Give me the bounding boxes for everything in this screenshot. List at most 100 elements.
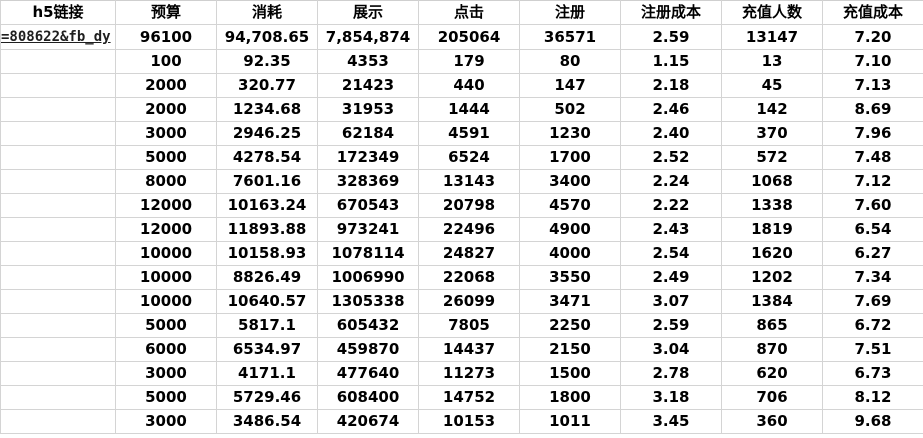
cell-payer-cost[interactable]: 7.13 bbox=[822, 73, 923, 98]
cell-impressions[interactable]: 608400 bbox=[317, 385, 419, 410]
cell-payers[interactable]: 706 bbox=[721, 385, 823, 410]
cell-budget[interactable]: 3000 bbox=[115, 121, 217, 146]
cell-registration-cost[interactable]: 2.22 bbox=[620, 193, 722, 218]
cell-clicks[interactable]: 20798 bbox=[418, 193, 520, 218]
cell-payers[interactable]: 572 bbox=[721, 145, 823, 170]
cell-registration-cost[interactable]: 2.43 bbox=[620, 217, 722, 242]
cell-payers[interactable]: 1338 bbox=[721, 193, 823, 218]
cell-registrations[interactable]: 4570 bbox=[519, 193, 621, 218]
cell-budget[interactable]: 100 bbox=[115, 49, 217, 74]
cell-budget[interactable]: 5000 bbox=[115, 313, 217, 338]
header-cell-registrations[interactable]: 注册 bbox=[519, 0, 621, 25]
cell-clicks[interactable]: 4591 bbox=[418, 121, 520, 146]
cell-impressions[interactable]: 459870 bbox=[317, 337, 419, 362]
cell-impressions[interactable]: 670543 bbox=[317, 193, 419, 218]
cell-spend[interactable]: 4171.1 bbox=[216, 361, 318, 386]
cell-budget[interactable]: 5000 bbox=[115, 385, 217, 410]
header-cell-payers[interactable]: 充值人数 bbox=[721, 0, 823, 25]
cell-payers[interactable]: 1068 bbox=[721, 169, 823, 194]
cell-registrations[interactable]: 80 bbox=[519, 49, 621, 74]
cell-clicks[interactable]: 14437 bbox=[418, 337, 520, 362]
cell-registration-cost[interactable]: 1.15 bbox=[620, 49, 722, 74]
cell-budget[interactable]: 96100 bbox=[115, 24, 217, 50]
cell-payers[interactable]: 142 bbox=[721, 97, 823, 122]
cell-budget[interactable]: 2000 bbox=[115, 73, 217, 98]
cell-h5-link[interactable] bbox=[0, 49, 116, 74]
cell-h5-link[interactable] bbox=[0, 145, 116, 170]
cell-impressions[interactable]: 172349 bbox=[317, 145, 419, 170]
cell-spend[interactable]: 10640.57 bbox=[216, 289, 318, 314]
cell-clicks[interactable]: 6524 bbox=[418, 145, 520, 170]
cell-budget[interactable]: 12000 bbox=[115, 217, 217, 242]
cell-clicks[interactable]: 11273 bbox=[418, 361, 520, 386]
cell-h5-link[interactable] bbox=[0, 313, 116, 338]
cell-payer-cost[interactable]: 7.34 bbox=[822, 265, 923, 290]
cell-payer-cost[interactable]: 7.96 bbox=[822, 121, 923, 146]
cell-budget[interactable]: 5000 bbox=[115, 145, 217, 170]
cell-clicks[interactable]: 26099 bbox=[418, 289, 520, 314]
cell-impressions[interactable]: 420674 bbox=[317, 409, 419, 434]
cell-registration-cost[interactable]: 2.59 bbox=[620, 24, 722, 50]
cell-payer-cost[interactable]: 7.51 bbox=[822, 337, 923, 362]
cell-payer-cost[interactable]: 8.69 bbox=[822, 97, 923, 122]
cell-payer-cost[interactable]: 7.69 bbox=[822, 289, 923, 314]
cell-impressions[interactable]: 1006990 bbox=[317, 265, 419, 290]
cell-spend[interactable]: 11893.88 bbox=[216, 217, 318, 242]
cell-clicks[interactable]: 14752 bbox=[418, 385, 520, 410]
cell-registration-cost[interactable]: 2.24 bbox=[620, 169, 722, 194]
cell-payer-cost[interactable]: 7.12 bbox=[822, 169, 923, 194]
cell-spend[interactable]: 320.77 bbox=[216, 73, 318, 98]
header-cell-h5-link[interactable]: h5链接 bbox=[0, 0, 116, 25]
cell-spend[interactable]: 10163.24 bbox=[216, 193, 318, 218]
cell-payers[interactable]: 370 bbox=[721, 121, 823, 146]
cell-spend[interactable]: 94,708.65 bbox=[216, 24, 318, 50]
cell-spend[interactable]: 5817.1 bbox=[216, 313, 318, 338]
header-cell-spend[interactable]: 消耗 bbox=[216, 0, 318, 25]
cell-clicks[interactable]: 7805 bbox=[418, 313, 520, 338]
cell-spend[interactable]: 7601.16 bbox=[216, 169, 318, 194]
header-cell-impressions[interactable]: 展示 bbox=[317, 0, 419, 25]
cell-h5-link[interactable] bbox=[0, 73, 116, 98]
cell-registrations[interactable]: 502 bbox=[519, 97, 621, 122]
cell-clicks[interactable]: 22068 bbox=[418, 265, 520, 290]
header-cell-payer-cost[interactable]: 充值成本 bbox=[822, 0, 923, 25]
cell-registration-cost[interactable]: 3.07 bbox=[620, 289, 722, 314]
cell-registrations[interactable]: 3400 bbox=[519, 169, 621, 194]
cell-impressions[interactable]: 1078114 bbox=[317, 241, 419, 266]
cell-payers[interactable]: 865 bbox=[721, 313, 823, 338]
cell-budget[interactable]: 10000 bbox=[115, 289, 217, 314]
cell-registration-cost[interactable]: 3.04 bbox=[620, 337, 722, 362]
cell-spend[interactable]: 5729.46 bbox=[216, 385, 318, 410]
cell-registrations[interactable]: 4900 bbox=[519, 217, 621, 242]
cell-payers[interactable]: 45 bbox=[721, 73, 823, 98]
cell-impressions[interactable]: 605432 bbox=[317, 313, 419, 338]
cell-registrations[interactable]: 147 bbox=[519, 73, 621, 98]
cell-spend[interactable]: 6534.97 bbox=[216, 337, 318, 362]
cell-budget[interactable]: 8000 bbox=[115, 169, 217, 194]
cell-payers[interactable]: 1384 bbox=[721, 289, 823, 314]
cell-budget[interactable]: 10000 bbox=[115, 241, 217, 266]
cell-registration-cost[interactable]: 3.45 bbox=[620, 409, 722, 434]
cell-impressions[interactable]: 4353 bbox=[317, 49, 419, 74]
cell-registrations[interactable]: 1500 bbox=[519, 361, 621, 386]
cell-registration-cost[interactable]: 2.54 bbox=[620, 241, 722, 266]
cell-registrations[interactable]: 3471 bbox=[519, 289, 621, 314]
cell-payer-cost[interactable]: 7.10 bbox=[822, 49, 923, 74]
cell-spend[interactable]: 10158.93 bbox=[216, 241, 318, 266]
cell-registrations[interactable]: 2250 bbox=[519, 313, 621, 338]
cell-clicks[interactable]: 10153 bbox=[418, 409, 520, 434]
cell-payers[interactable]: 620 bbox=[721, 361, 823, 386]
cell-spend[interactable]: 8826.49 bbox=[216, 265, 318, 290]
cell-registrations[interactable]: 4000 bbox=[519, 241, 621, 266]
cell-clicks[interactable]: 440 bbox=[418, 73, 520, 98]
cell-spend[interactable]: 3486.54 bbox=[216, 409, 318, 434]
cell-impressions[interactable]: 31953 bbox=[317, 97, 419, 122]
cell-budget[interactable]: 6000 bbox=[115, 337, 217, 362]
header-cell-registration-cost[interactable]: 注册成本 bbox=[620, 0, 722, 25]
cell-payers[interactable]: 13147 bbox=[721, 24, 823, 50]
cell-payers[interactable]: 1202 bbox=[721, 265, 823, 290]
cell-spend[interactable]: 92.35 bbox=[216, 49, 318, 74]
cell-registration-cost[interactable]: 2.49 bbox=[620, 265, 722, 290]
cell-clicks[interactable]: 13143 bbox=[418, 169, 520, 194]
cell-impressions[interactable]: 328369 bbox=[317, 169, 419, 194]
